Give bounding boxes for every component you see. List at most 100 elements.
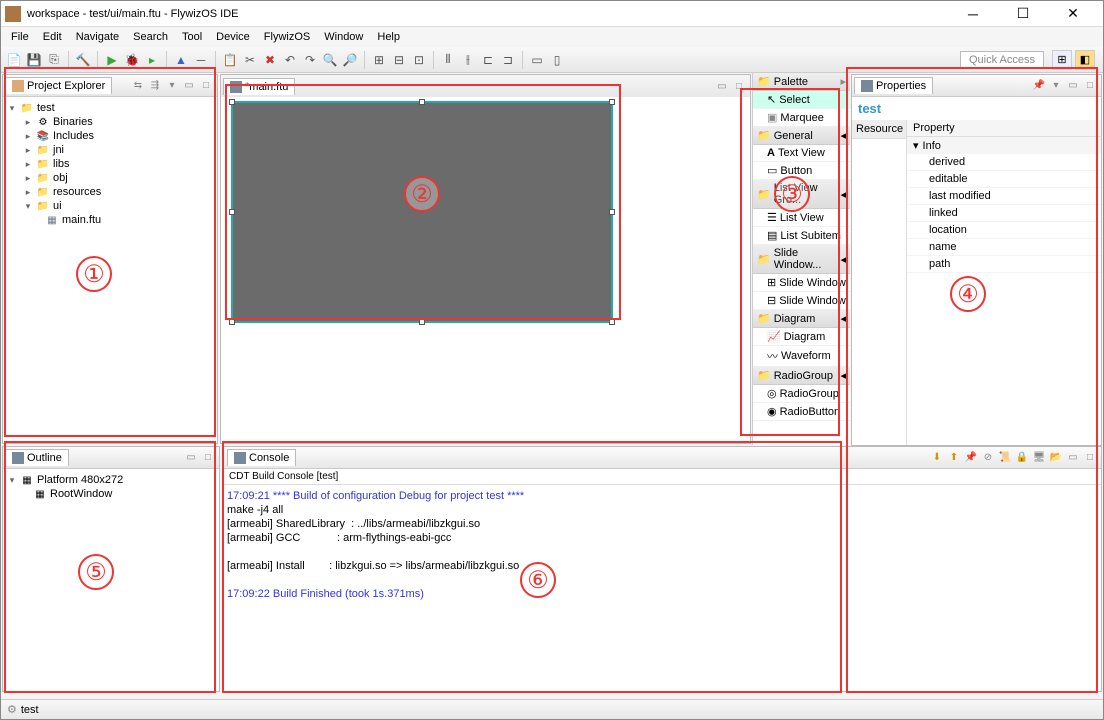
palette-listsubitem[interactable]: ▤List Subitem <box>753 227 850 245</box>
palette-slidewin2[interactable]: ⊟Slide Window <box>753 292 850 310</box>
menu-device[interactable]: Device <box>210 29 256 45</box>
menu-edit[interactable]: Edit <box>37 29 68 45</box>
delete-icon[interactable]: ✖ <box>261 51 279 69</box>
tree-includes[interactable]: Includes <box>53 130 94 142</box>
link-icon[interactable]: ⇶ <box>148 79 162 93</box>
debug-icon[interactable]: 🐞 <box>123 51 141 69</box>
tree-resources[interactable]: resources <box>53 186 101 198</box>
close-button[interactable]: ✕ <box>1055 3 1091 25</box>
outline-tree[interactable]: ▾▦Platform 480x272 ▦RootWindow <box>3 469 219 505</box>
dist-icon-4[interactable]: ⊐ <box>499 51 517 69</box>
align-icon-2[interactable]: ⊟ <box>390 51 408 69</box>
console-max-icon[interactable]: □ <box>1083 451 1097 465</box>
tree-obj[interactable]: obj <box>53 172 68 184</box>
size-icon-2[interactable]: ▯ <box>548 51 566 69</box>
tree-libs[interactable]: libs <box>53 158 70 170</box>
design-canvas[interactable] <box>231 101 613 323</box>
console-display-icon[interactable]: 🖥 <box>1032 451 1046 465</box>
palette-radiogroup[interactable]: ◎RadioGroup <box>753 385 850 403</box>
palette-diagram[interactable]: 📈Diagram <box>753 328 850 346</box>
minimize-button[interactable]: ─ <box>955 3 991 25</box>
menu-file[interactable]: File <box>5 29 35 45</box>
properties-tab[interactable]: Properties <box>854 77 933 94</box>
quick-access-field[interactable]: Quick Access <box>960 51 1044 69</box>
tree-file-main[interactable]: main.ftu <box>62 214 101 226</box>
prop-last-modified[interactable]: last modified <box>907 188 1101 205</box>
prop-pin-icon[interactable]: 📌 <box>1032 79 1046 93</box>
palette-cat-slide[interactable]: 📁Slide Window...◂ <box>753 245 850 274</box>
palette-slidewin1[interactable]: ⊞Slide Window <box>753 274 850 292</box>
palette-listview[interactable]: ☰List View <box>753 209 850 227</box>
zoom-out-icon[interactable]: 🔎 <box>341 51 359 69</box>
project-explorer-tab[interactable]: Project Explorer <box>5 77 112 94</box>
palette-header[interactable]: 📁 Palette ▸ <box>753 73 850 91</box>
console-scroll-icon[interactable]: 📜 <box>998 451 1012 465</box>
menu-help[interactable]: Help <box>371 29 406 45</box>
prop-max-icon[interactable]: □ <box>1083 79 1097 93</box>
palette-cat-radiogroup[interactable]: 📁RadioGroup◂ <box>753 367 850 385</box>
menu-window[interactable]: Window <box>318 29 369 45</box>
console-arrow-down[interactable]: ⬇ <box>930 451 944 465</box>
tree-ui[interactable]: ui <box>53 200 62 212</box>
fill-icon[interactable]: ▲ <box>172 51 190 69</box>
outline-max-icon[interactable]: □ <box>201 451 215 465</box>
palette-cat-diagram[interactable]: 📁Diagram◂ <box>753 310 850 328</box>
palette-marquee[interactable]: ▣Marquee <box>753 109 850 127</box>
prop-min-icon[interactable]: ▭ <box>1066 79 1080 93</box>
editor-maximize-icon[interactable]: □ <box>732 79 746 93</box>
dist-icon-1[interactable]: ⫴ <box>439 51 457 69</box>
tree-root[interactable]: test <box>37 102 55 114</box>
palette-textview[interactable]: AText View <box>753 145 850 162</box>
menu-icon[interactable]: ▾ <box>165 79 179 93</box>
run-last-icon[interactable]: ▸ <box>143 51 161 69</box>
console-tab[interactable]: Console <box>227 449 296 466</box>
prop-menu-icon[interactable]: ▾ <box>1049 79 1063 93</box>
collapse-icon[interactable]: ⇆ <box>131 79 145 93</box>
maximize-button[interactable]: ☐ <box>1005 3 1041 25</box>
properties-tab-resource[interactable]: Resource <box>852 120 906 139</box>
dist-icon-2[interactable]: ⫲ <box>459 51 477 69</box>
menu-navigate[interactable]: Navigate <box>70 29 125 45</box>
align-icon-3[interactable]: ⊡ <box>410 51 428 69</box>
new-icon[interactable]: 📄 <box>5 51 23 69</box>
size-icon-1[interactable]: ▭ <box>528 51 546 69</box>
editor-tab[interactable]: *main.ftu <box>223 78 295 95</box>
align-icon-1[interactable]: ⊞ <box>370 51 388 69</box>
editor-minimize-icon[interactable]: ▭ <box>715 79 729 93</box>
palette-cat-general[interactable]: 📁General◂ <box>753 127 850 145</box>
prop-location[interactable]: location <box>907 222 1101 239</box>
console-clear-icon[interactable]: ⊘ <box>981 451 995 465</box>
line-icon[interactable]: ─ <box>192 51 210 69</box>
run-icon[interactable]: ▶ <box>103 51 121 69</box>
minimize-panel-icon[interactable]: ▭ <box>182 79 196 93</box>
perspective-switcher[interactable]: ⊞ <box>1052 50 1072 70</box>
outline-rootwindow[interactable]: RootWindow <box>50 488 112 500</box>
dist-icon-3[interactable]: ⊏ <box>479 51 497 69</box>
palette-select[interactable]: ↖Select <box>753 91 850 109</box>
console-lock-icon[interactable]: 🔒 <box>1015 451 1029 465</box>
palette-radiobutton[interactable]: ◉RadioButton <box>753 403 850 421</box>
console-pin-icon[interactable]: 📌 <box>964 451 978 465</box>
outline-tab[interactable]: Outline <box>5 449 69 466</box>
prop-linked[interactable]: linked <box>907 205 1101 222</box>
outline-platform[interactable]: Platform 480x272 <box>37 474 123 486</box>
perspective-icon[interactable]: ◧ <box>1075 50 1095 70</box>
menu-tool[interactable]: Tool <box>176 29 208 45</box>
cut-icon[interactable]: ✂ <box>241 51 259 69</box>
save-all-icon[interactable]: ⎘ <box>45 51 63 69</box>
project-tree[interactable]: ▾📁test ▸⚙Binaries ▸📚Includes ▸📁jni ▸📁lib… <box>3 97 217 231</box>
hammer-icon[interactable]: 🔨 <box>74 51 92 69</box>
palette-button[interactable]: ▭Button <box>753 162 850 180</box>
prop-path[interactable]: path <box>907 256 1101 273</box>
console-min-icon[interactable]: ▭ <box>1066 451 1080 465</box>
redo-icon[interactable]: ↷ <box>301 51 319 69</box>
menu-search[interactable]: Search <box>127 29 174 45</box>
zoom-in-icon[interactable]: 🔍 <box>321 51 339 69</box>
prop-name[interactable]: name <box>907 239 1101 256</box>
prop-editable[interactable]: editable <box>907 171 1101 188</box>
maximize-panel-icon[interactable]: □ <box>199 79 213 93</box>
outline-min-icon[interactable]: ▭ <box>184 451 198 465</box>
prop-derived[interactable]: derived <box>907 154 1101 171</box>
palette-waveform[interactable]: 〰Waveform <box>753 346 850 367</box>
undo-icon[interactable]: ↶ <box>281 51 299 69</box>
